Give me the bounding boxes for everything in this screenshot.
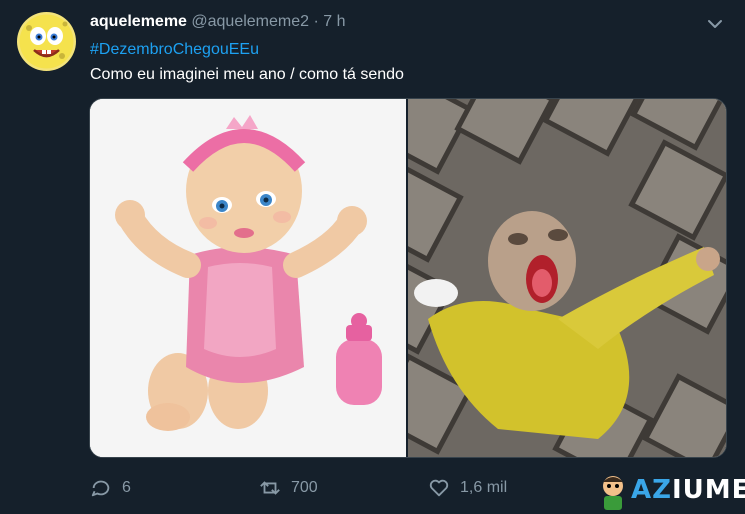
- avatar-image: [17, 12, 76, 71]
- display-name[interactable]: aquelememe: [90, 13, 187, 30]
- heart-icon: [429, 479, 449, 497]
- dirty-doll-image: [352, 99, 726, 457]
- tweet-media[interactable]: [89, 98, 727, 458]
- reply-count: 6: [122, 479, 131, 496]
- retweet-button[interactable]: 700: [259, 477, 318, 499]
- like-count: 1,6 mil: [460, 479, 508, 496]
- reply-icon: [91, 480, 110, 497]
- media-image-left[interactable]: [90, 99, 406, 457]
- retweet-count: 700: [291, 479, 318, 496]
- separator-dot: ·: [313, 13, 319, 30]
- watermark: AZIUME: [596, 472, 745, 510]
- avatar[interactable]: [17, 12, 76, 71]
- watermark-mascot-icon: [603, 476, 623, 510]
- retweet-icon: [260, 481, 280, 495]
- hashtag-link[interactable]: #DezembroChegouEEu: [90, 41, 259, 59]
- tweet-header: aquelememe @aquelememe2 · 7 h: [90, 13, 346, 31]
- user-handle[interactable]: @aquelememe2: [191, 13, 309, 30]
- more-options-button[interactable]: [705, 14, 725, 34]
- tweet-text: Como eu imaginei meu ano / como tá sendo: [90, 66, 404, 83]
- watermark-text: AZIUME: [631, 475, 745, 505]
- like-button[interactable]: 1,6 mil: [428, 477, 507, 499]
- chevron-down-icon: [708, 20, 722, 28]
- media-image-right[interactable]: [352, 99, 726, 457]
- reply-button[interactable]: 6: [90, 477, 131, 499]
- timestamp[interactable]: 7 h: [323, 13, 345, 30]
- clean-doll-image: [90, 99, 406, 457]
